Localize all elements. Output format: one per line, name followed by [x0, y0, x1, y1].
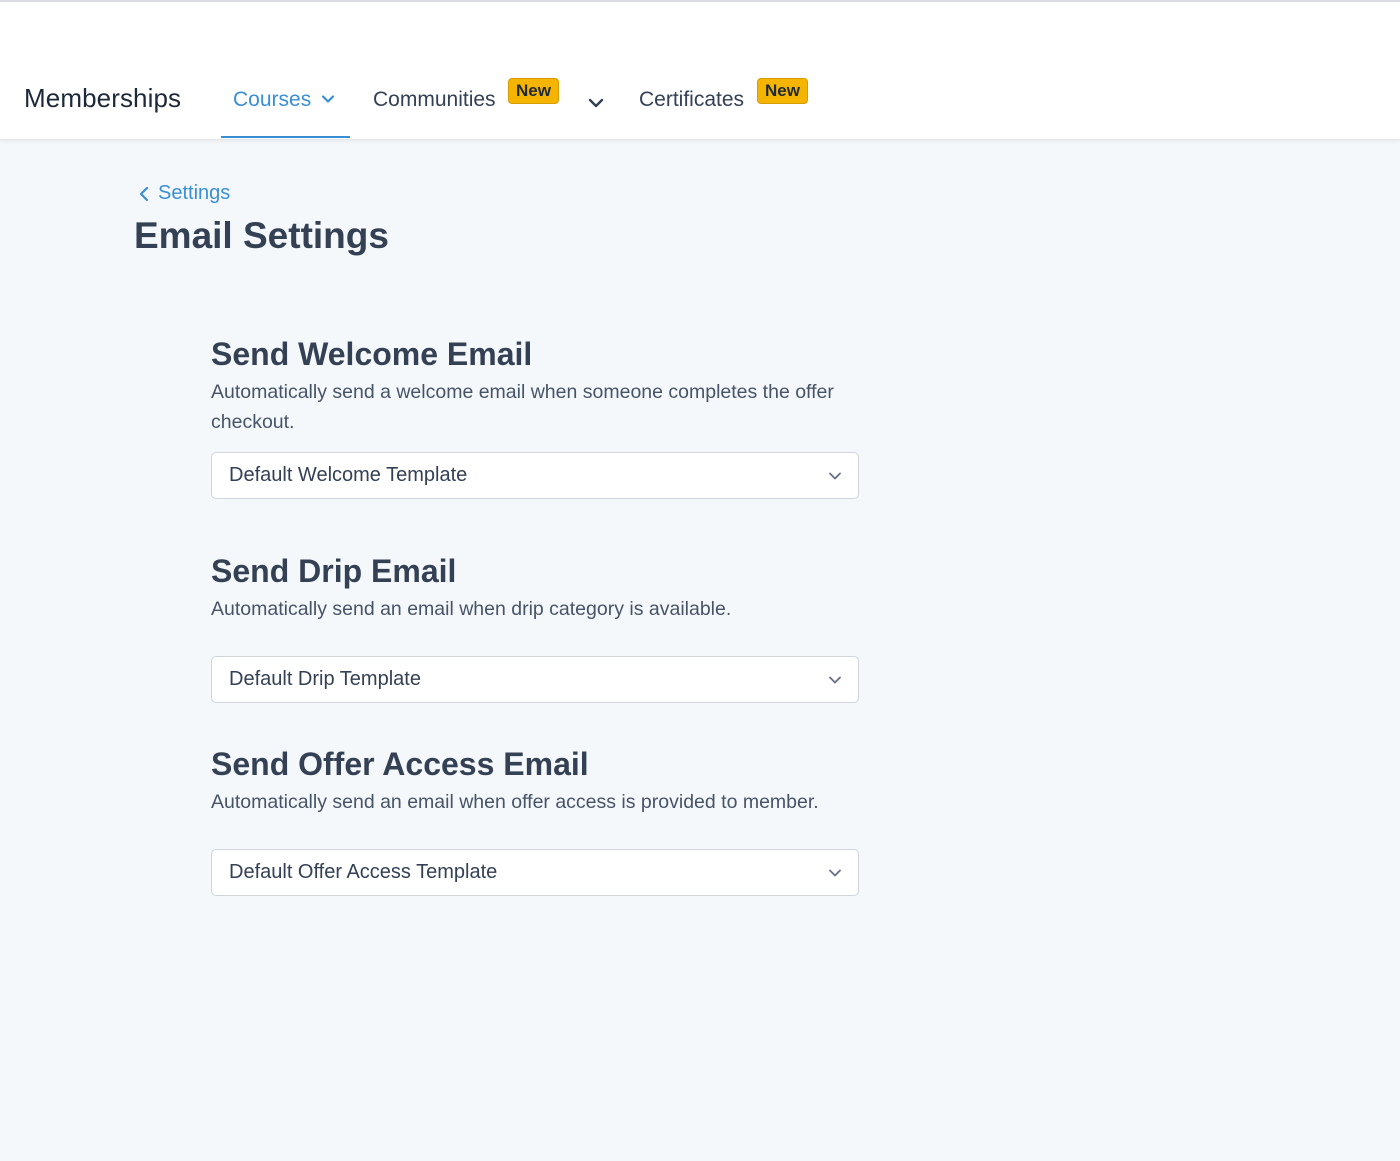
chevron-down-icon: [828, 673, 842, 687]
offer-access-email-title: Send Offer Access Email: [211, 746, 589, 782]
tab-communities[interactable]: Communities: [373, 88, 496, 138]
offer-access-email-description: Automatically send an email when offer a…: [211, 791, 819, 813]
offer-access-template-value: Default Offer Access Template: [229, 861, 498, 883]
welcome-email-description: Automatically send a welcome email when …: [211, 381, 834, 433]
chevron-left-icon: [138, 186, 150, 202]
page: Memberships Courses Communities New Cert…: [0, 0, 1400, 1161]
offer-access-template-select[interactable]: Default Offer Access Template: [211, 849, 859, 896]
offer-access-email-section: Send Offer Access Email Automatically se…: [211, 745, 859, 896]
drip-template-select[interactable]: Default Drip Template: [211, 656, 859, 703]
tab-communities-label: Communities: [373, 88, 496, 111]
back-to-settings-link[interactable]: Settings: [138, 182, 230, 205]
page-title: Email Settings: [134, 215, 389, 256]
tab-courses[interactable]: Courses: [221, 88, 350, 138]
chevron-down-icon: [321, 92, 335, 106]
brand-title: Memberships: [24, 83, 182, 113]
welcome-template-select[interactable]: Default Welcome Template: [211, 452, 859, 499]
drip-email-description: Automatically send an email when drip ca…: [211, 598, 732, 620]
welcome-email-section: Send Welcome Email Automatically send a …: [211, 335, 859, 499]
welcome-template-value: Default Welcome Template: [229, 464, 468, 486]
new-badge-communities: New: [508, 78, 559, 104]
tab-certificates[interactable]: Certificates: [639, 88, 744, 138]
back-link-label: Settings: [158, 182, 231, 204]
chevron-down-icon: [828, 469, 842, 483]
drip-template-value: Default Drip Template: [229, 668, 421, 690]
more-menu-chevron-icon[interactable]: [587, 94, 605, 112]
tab-courses-label: Courses: [233, 88, 312, 111]
drip-email-section: Send Drip Email Automatically send an em…: [211, 552, 859, 703]
new-badge-certificates: New: [757, 78, 808, 104]
tab-certificates-label: Certificates: [639, 88, 745, 111]
chevron-down-icon: [828, 866, 842, 880]
drip-email-title: Send Drip Email: [211, 553, 457, 589]
welcome-email-title: Send Welcome Email: [211, 336, 533, 372]
top-nav: Memberships Courses Communities New Cert…: [0, 2, 1400, 140]
